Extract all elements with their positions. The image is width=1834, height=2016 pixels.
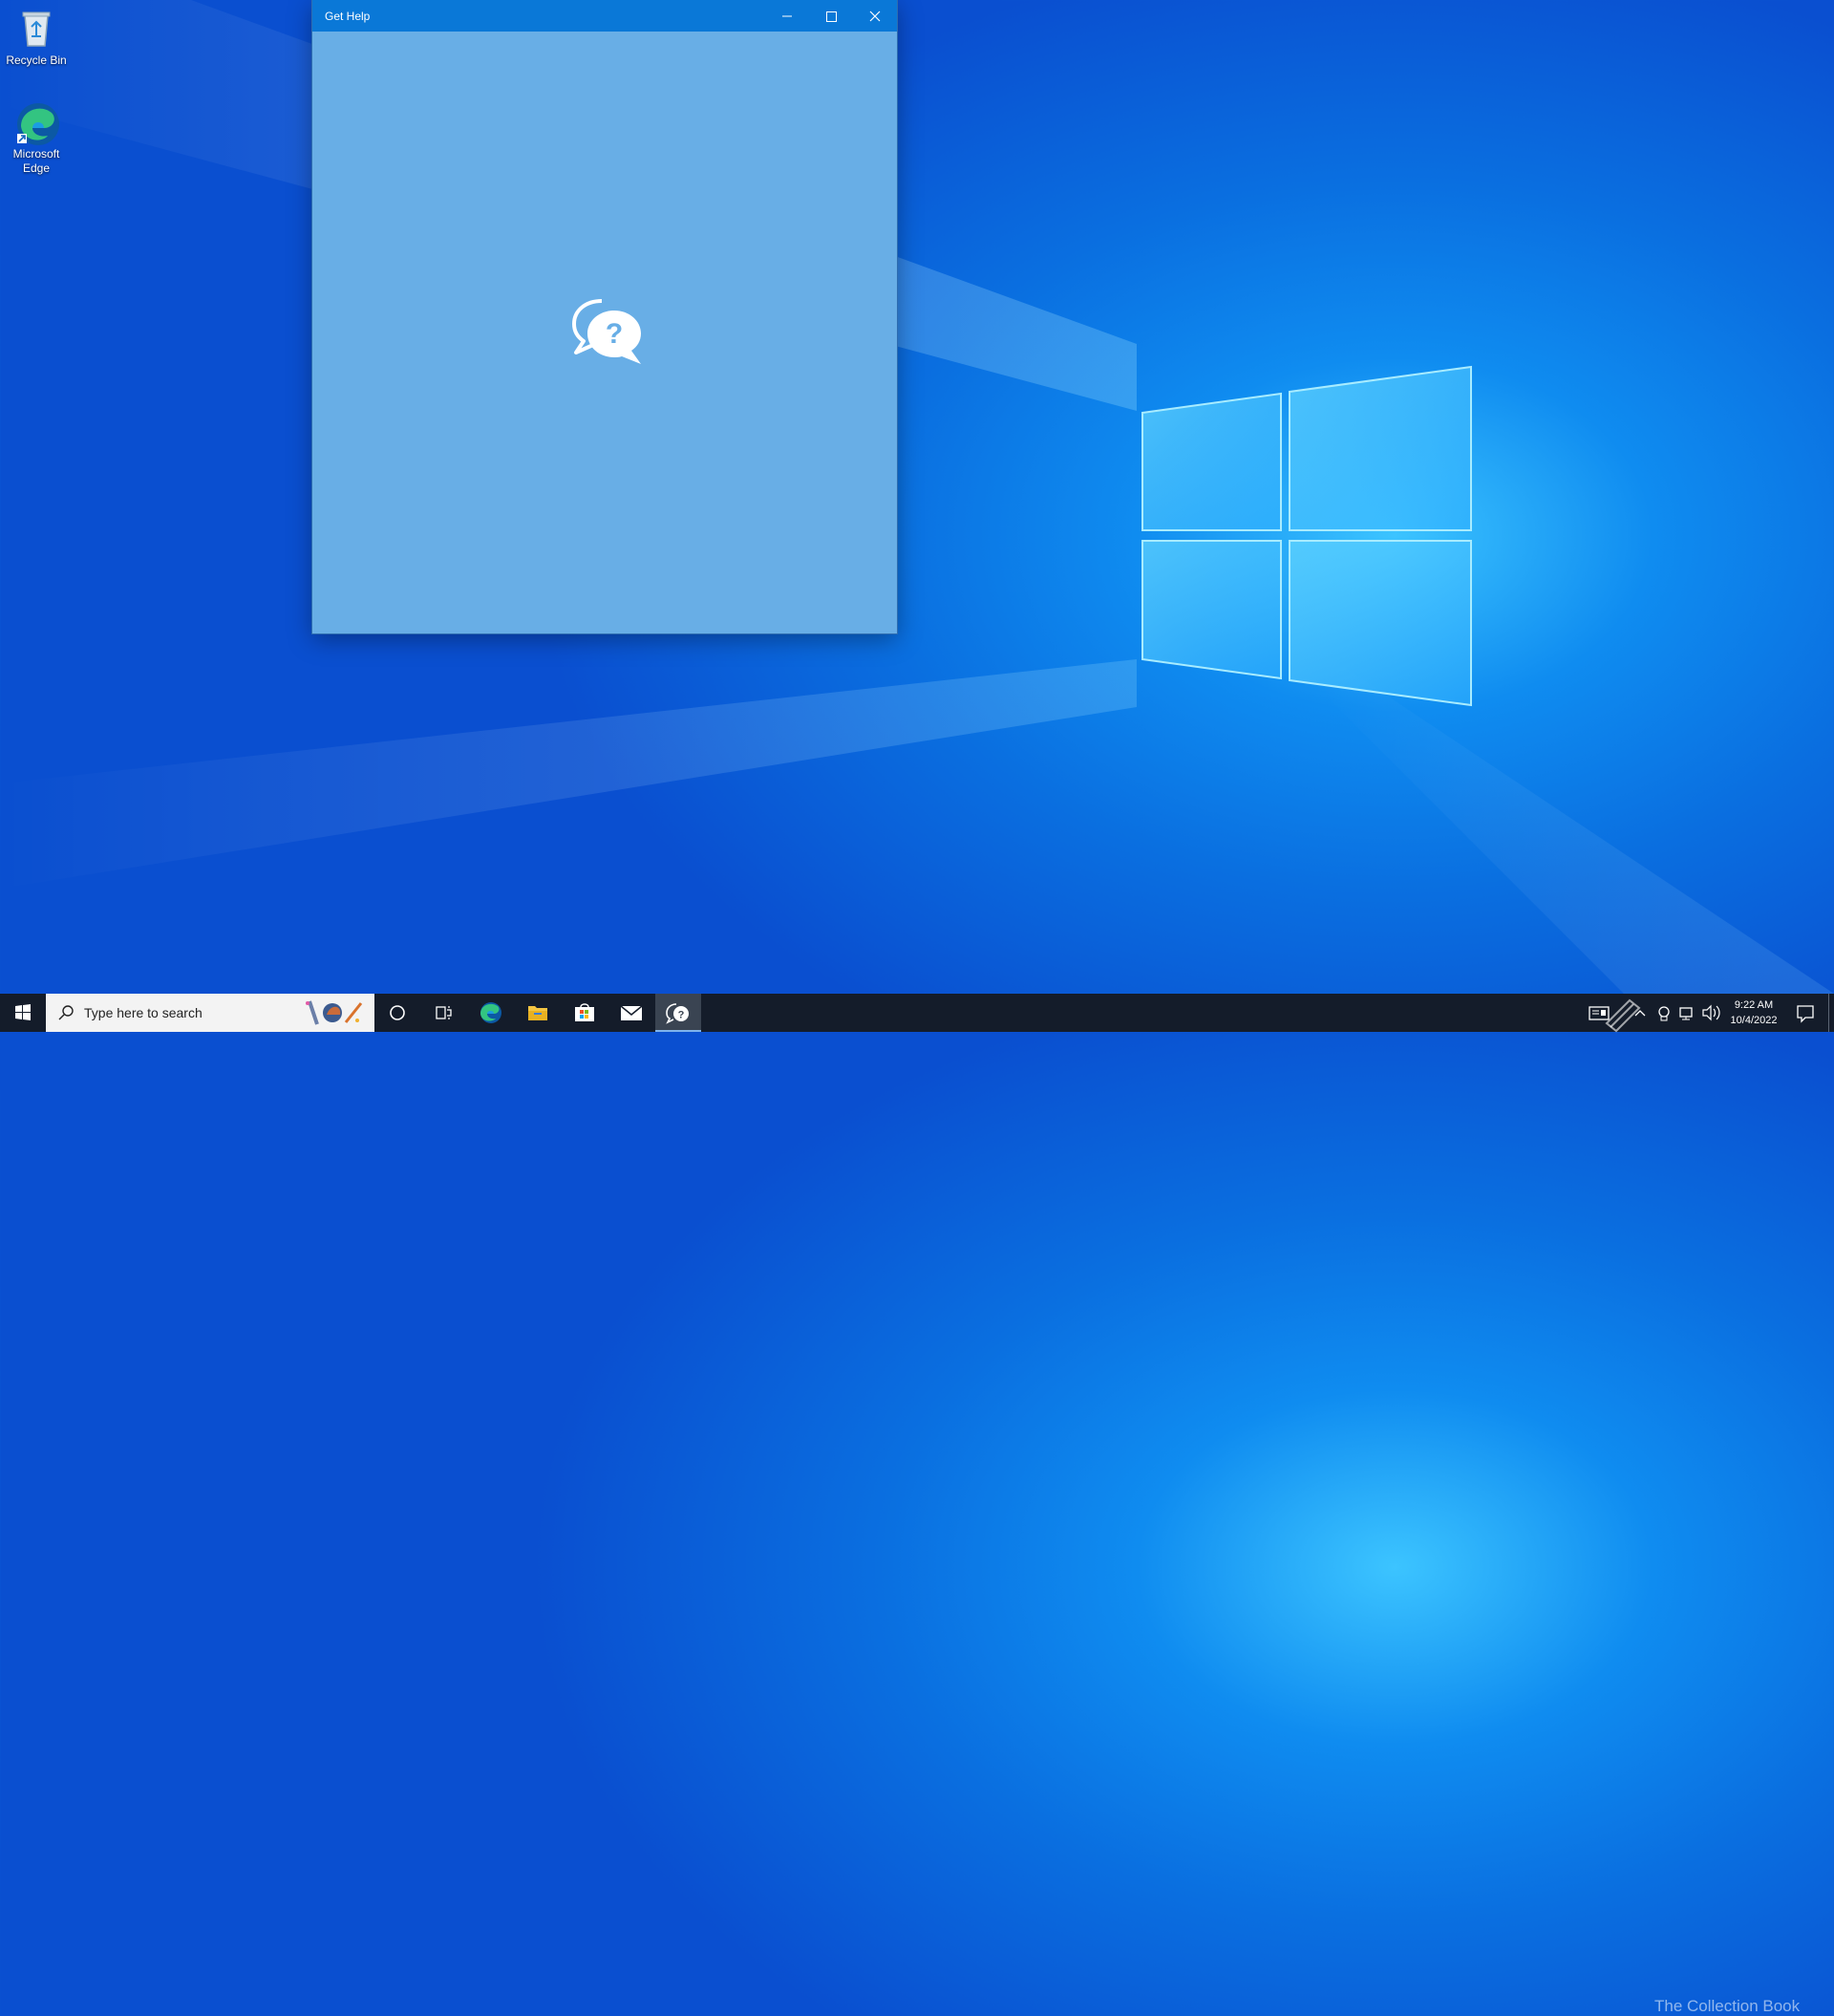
store-icon <box>575 1003 594 1021</box>
get-help-icon: ? <box>666 1003 689 1024</box>
windows-logo-icon <box>1141 365 1472 707</box>
desktop-icon-label: Recycle Bin <box>6 54 67 67</box>
recycle-bin-icon <box>15 8 57 50</box>
minimize-button[interactable] <box>765 0 809 32</box>
mail-icon <box>620 1005 643 1020</box>
taskbar-store-button[interactable] <box>562 994 608 1032</box>
network-icon <box>1679 1007 1693 1020</box>
edge-icon <box>480 1002 501 1023</box>
clock-date: 10/4/2022 <box>1730 1015 1778 1026</box>
tray-meet-now-button[interactable] <box>1653 994 1675 1032</box>
taskbar-search-box[interactable]: Type here to search <box>46 994 374 1032</box>
taskbar: Type here to search ? The Collection Boo… <box>0 994 1834 2015</box>
close-icon <box>869 11 881 22</box>
desktop-icon-recycle-bin[interactable]: Recycle Bin <box>0 8 73 68</box>
tray-clock[interactable]: 9:22 AM 10/4/2022 <box>1723 994 1784 1032</box>
close-button[interactable] <box>853 0 897 32</box>
window-splash: ? <box>312 32 897 633</box>
chevron-up-icon <box>1634 1010 1646 1017</box>
task-view-icon <box>436 1006 452 1019</box>
desktop-icon-label: Microsoft Edge <box>12 147 60 175</box>
window-title: Get Help <box>325 10 371 23</box>
tray-network-button[interactable] <box>1675 994 1698 1032</box>
windows-start-icon <box>15 1004 31 1020</box>
svg-text:?: ? <box>606 318 623 350</box>
tray-show-hidden-icons-button[interactable] <box>1630 994 1651 1032</box>
taskbar-get-help-button[interactable]: ? <box>655 994 701 1032</box>
show-desktop-button[interactable] <box>1828 994 1834 1032</box>
search-icon <box>58 1005 74 1020</box>
taskbar-edge-button[interactable] <box>468 994 514 1032</box>
start-button[interactable] <box>0 994 46 1032</box>
folder-icon <box>528 1006 547 1020</box>
tray-volume-button[interactable] <box>1698 994 1723 1032</box>
cortana-icon <box>390 1005 405 1020</box>
search-placeholder: Type here to search <box>84 1005 203 1020</box>
clock-time: 9:22 AM <box>1734 999 1774 1011</box>
wallpaper <box>0 0 1834 994</box>
search-highlight-icon <box>306 1000 363 1025</box>
get-help-icon: ? <box>572 299 641 364</box>
notification-icon <box>1797 1005 1814 1023</box>
action-center-button[interactable] <box>1788 994 1823 1032</box>
desktop-icon-microsoft-edge[interactable]: Microsoft Edge <box>0 101 73 176</box>
svg-text:?: ? <box>678 1010 685 1021</box>
task-view-button[interactable] <box>420 994 466 1032</box>
watermark-text: The Collection Book <box>1654 1997 1801 2015</box>
cortana-button[interactable] <box>374 994 420 1032</box>
get-help-window[interactable]: Get Help ? <box>312 0 897 633</box>
volume-icon <box>1702 1004 1720 1021</box>
window-titlebar[interactable]: Get Help <box>312 0 897 32</box>
minimize-icon <box>782 15 792 17</box>
maximize-button[interactable] <box>809 0 853 32</box>
maximize-icon <box>826 11 837 22</box>
taskbar-file-explorer-button[interactable] <box>515 994 561 1032</box>
meet-icon <box>1658 1006 1670 1021</box>
taskbar-mail-button[interactable] <box>608 994 654 1032</box>
edge-icon <box>15 101 59 145</box>
